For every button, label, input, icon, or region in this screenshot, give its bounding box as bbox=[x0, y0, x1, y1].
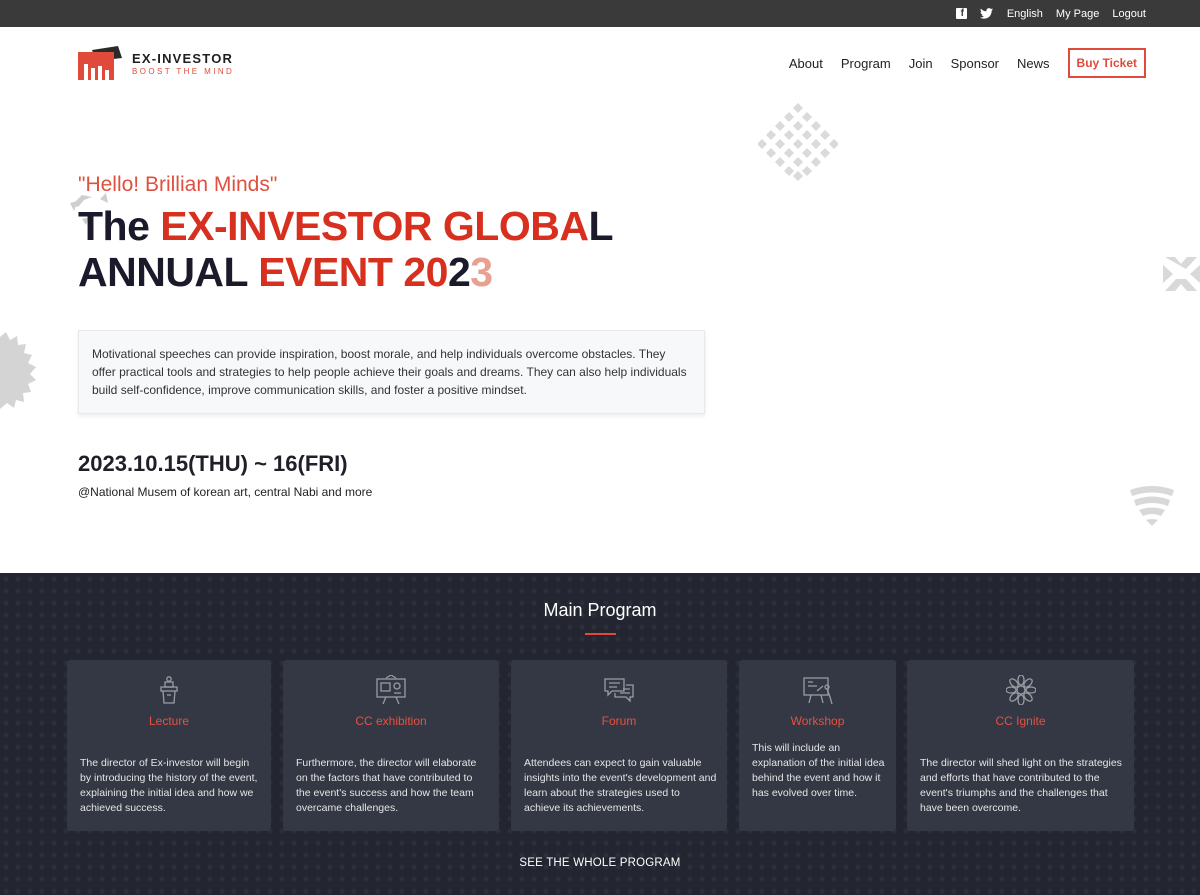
program-heading: Main Program bbox=[543, 600, 657, 620]
main-program-section: Main Program Lecture The director of Ex-… bbox=[0, 573, 1200, 895]
program-card-forum[interactable]: Forum Attendees can expect to gain valua… bbox=[511, 660, 727, 831]
card-text: Furthermore, the director will elaborate… bbox=[296, 757, 477, 814]
chat-icon bbox=[604, 678, 634, 703]
logo-tagline: BOOST THE MIND bbox=[132, 66, 235, 76]
hero-greeting: "Hello! Brillian Minds" bbox=[78, 173, 278, 196]
language-link[interactable]: English bbox=[1007, 8, 1043, 20]
gear-icon bbox=[0, 332, 36, 409]
card-title: Lecture bbox=[148, 714, 190, 728]
easel-icon bbox=[376, 675, 406, 705]
event-venue: @National Musem of korean art, central N… bbox=[78, 485, 373, 499]
nav-news[interactable]: News bbox=[1017, 56, 1050, 71]
nav-program[interactable]: Program bbox=[841, 56, 891, 71]
buy-ticket-button[interactable]: Buy Ticket bbox=[1067, 48, 1146, 78]
logo[interactable]: EX-INVESTOR BOOST THE MIND bbox=[78, 46, 234, 80]
card-text: The director will shed light on the stra… bbox=[920, 757, 1122, 814]
podium-icon bbox=[160, 676, 178, 704]
heading-underline bbox=[585, 633, 616, 635]
card-text: This will include an explanation of the … bbox=[752, 742, 885, 799]
program-card-cc-ignite[interactable]: CC Ignite The director will shed light o… bbox=[907, 660, 1134, 831]
nav-join[interactable]: Join bbox=[909, 56, 933, 71]
card-title: Workshop bbox=[790, 714, 845, 728]
program-card-lecture[interactable]: Lecture The director of Ex-investor will… bbox=[67, 660, 271, 831]
top-bar: f English My Page Logout bbox=[0, 0, 1200, 27]
diamond-pattern-icon bbox=[758, 103, 838, 181]
shield-icon bbox=[1130, 486, 1174, 526]
x-shape-icon bbox=[1163, 257, 1200, 291]
card-title: CC Ignite bbox=[995, 714, 1046, 728]
main-nav: About Program Join Sponsor News Buy Tick… bbox=[789, 48, 1146, 78]
twitter-icon[interactable] bbox=[980, 7, 994, 21]
hero-title: The EX-INVESTOR GLOBAL ANNUAL EVENT 2023 bbox=[78, 203, 613, 295]
nav-about[interactable]: About bbox=[789, 56, 823, 71]
mypage-link[interactable]: My Page bbox=[1056, 8, 1099, 20]
logo-name: EX-INVESTOR bbox=[132, 50, 234, 66]
program-card-workshop[interactable]: Workshop This will include an explanatio… bbox=[739, 660, 896, 831]
hero-description: Motivational speeches can provide inspir… bbox=[78, 330, 705, 414]
nav-sponsor[interactable]: Sponsor bbox=[951, 56, 999, 71]
card-title: CC exhibition bbox=[355, 714, 427, 728]
logo-icon bbox=[78, 46, 126, 80]
see-whole-program-link[interactable]: SEE THE WHOLE PROGRAM bbox=[0, 857, 1200, 869]
card-text: Attendees can expect to gain valuable in… bbox=[524, 757, 717, 814]
presentation-icon bbox=[802, 677, 833, 705]
flower-icon bbox=[1005, 675, 1036, 705]
event-date: 2023.10.15(THU) ~ 16(FRI) bbox=[78, 451, 348, 476]
hero-section: "Hello! Brillian Minds" The EX-INVESTOR … bbox=[0, 99, 1200, 573]
facebook-icon[interactable]: f bbox=[955, 8, 967, 19]
card-text: The director of Ex-investor will begin b… bbox=[80, 757, 258, 814]
logout-link[interactable]: Logout bbox=[1112, 8, 1146, 20]
site-header: EX-INVESTOR BOOST THE MIND About Program… bbox=[0, 27, 1200, 99]
program-card-cc-exhibition[interactable]: CC exhibition Furthermore, the director … bbox=[283, 660, 499, 831]
card-title: Forum bbox=[601, 714, 637, 728]
